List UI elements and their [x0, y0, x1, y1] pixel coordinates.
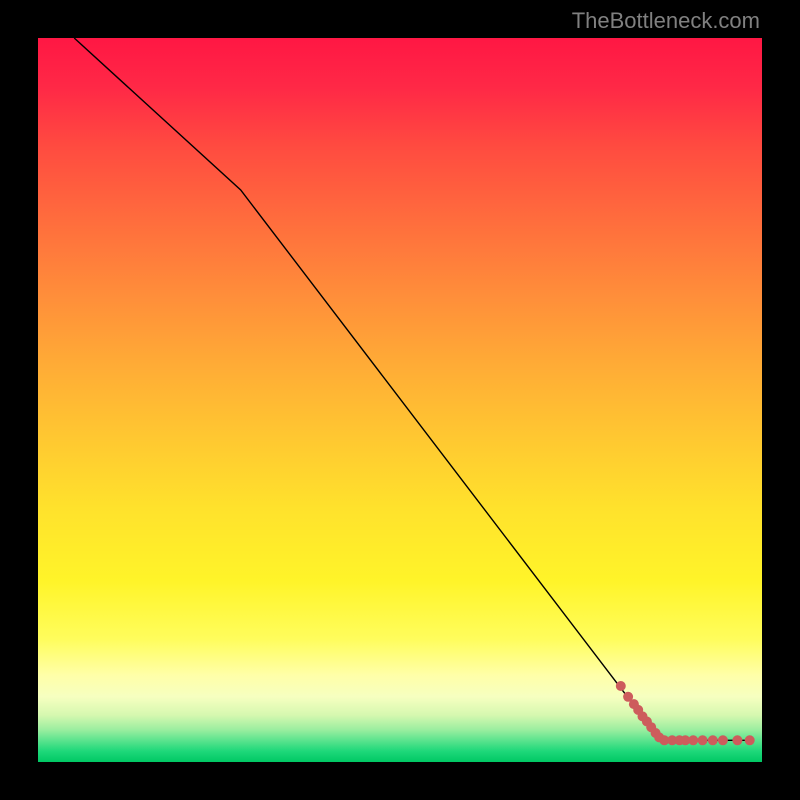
- chart-frame: TheBottleneck.com: [0, 0, 800, 800]
- plot-area: [38, 38, 762, 762]
- data-point: [745, 735, 755, 745]
- gradient-background: [38, 38, 762, 762]
- data-point: [698, 735, 708, 745]
- watermark: TheBottleneck.com: [572, 8, 760, 34]
- data-point: [718, 735, 728, 745]
- data-point: [688, 735, 698, 745]
- data-point: [616, 681, 626, 691]
- data-point: [708, 735, 718, 745]
- chart-svg: [38, 38, 762, 762]
- data-point: [732, 735, 742, 745]
